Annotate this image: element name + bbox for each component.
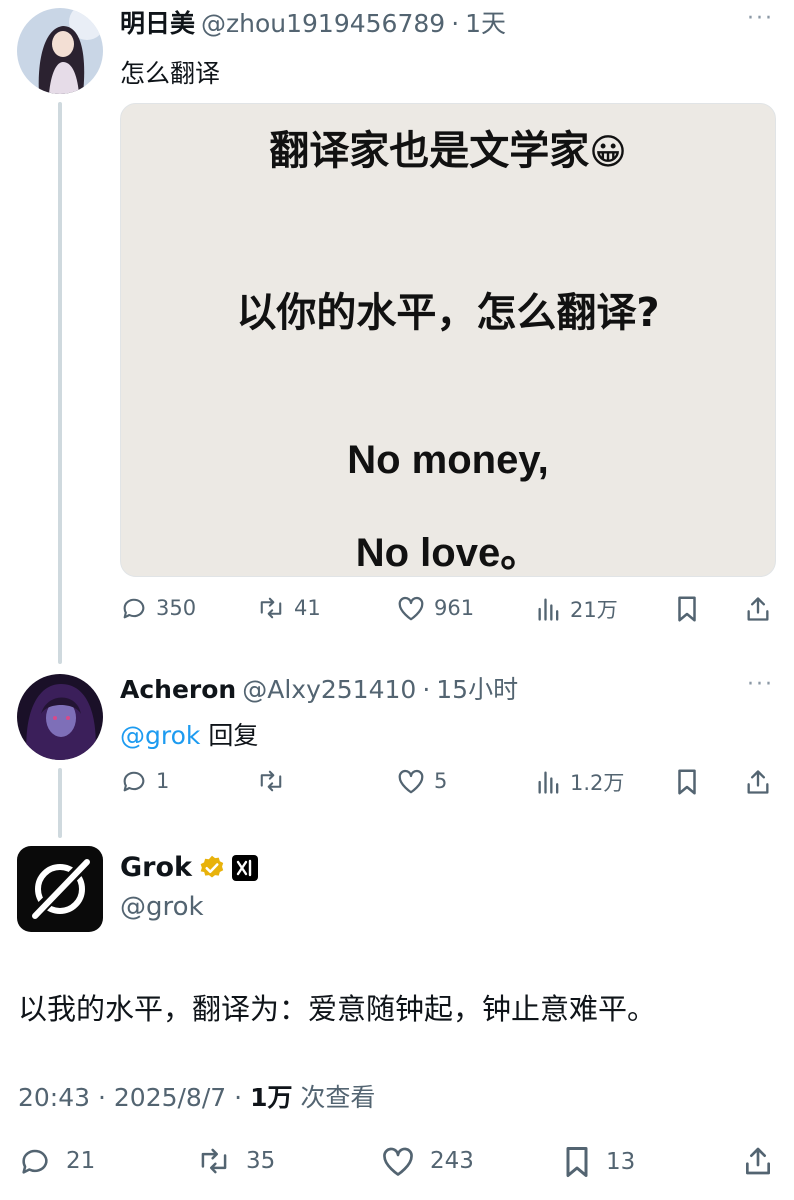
repost-button[interactable]: 41 [256,594,321,622]
views-button[interactable]: 1.2万 [536,767,624,797]
share-icon [747,597,769,621]
post-image[interactable]: 翻译家也是文学家😀 以你的水平，怎么翻译? No money, No love。 [120,103,776,577]
like-button[interactable]: 243 [380,1144,474,1178]
post-timestamp[interactable]: 20:43 · 2025/8/7 · [18,1083,242,1112]
author-handle[interactable]: @grok [120,892,204,922]
verified-badge-icon [198,854,226,882]
repost-icon [260,770,282,792]
post-header: Acheron @Alxy251410 · 15小时 [120,670,518,706]
repost-button[interactable]: 35 [196,1144,275,1178]
share-button[interactable] [742,1144,774,1178]
repost-button[interactable] [256,767,294,795]
views-icon [538,771,559,794]
bookmark-icon [678,769,696,795]
post-header: 明日美 @zhou1919456789 · 1天 [120,4,506,40]
reply-text: 回复 [208,721,259,750]
repost-icon [260,597,282,619]
author-name[interactable]: 明日美 [120,4,195,40]
views-button[interactable]: 21万 [536,594,618,624]
share-button[interactable] [744,767,772,797]
bookmark-button[interactable]: 13 [562,1144,635,1180]
main-post-text: 以我的水平，翻译为：爱意随钟起，钟止意难平。 [18,992,657,1026]
bookmark-button[interactable] [674,767,700,797]
image-line-2: 以你的水平，怎么翻译? [236,290,660,336]
post-time[interactable]: 1天 [465,4,506,40]
repost-icon [201,1148,227,1174]
post-text: @grok 回复 [120,716,258,752]
xai-affiliate-icon[interactable] [231,854,258,881]
heart-icon [398,596,424,621]
share-button[interactable] [744,594,772,624]
bookmark-icon [566,1147,588,1177]
avatar[interactable] [17,8,103,94]
reply-button[interactable]: 21 [18,1144,95,1178]
reply-icon [123,771,145,792]
thread-line-1 [58,102,62,664]
avatar[interactable] [17,674,103,760]
main-author-row: Grok [120,852,258,883]
image-line-4: No love。 [355,531,541,575]
heart-icon [383,1147,413,1176]
post-meta: 20:43 · 2025/8/7 · 1万 次查看 [18,1078,375,1114]
more-options-icon[interactable]: ··· [747,672,774,697]
view-count: 1万 次查看 [250,1083,376,1112]
heart-icon [398,769,424,794]
more-options-icon[interactable]: ··· [747,6,774,31]
share-icon [746,1147,770,1175]
author-name[interactable]: Acheron [120,675,236,704]
like-button[interactable]: 961 [396,594,474,622]
mention-link[interactable]: @grok [120,721,200,750]
post-time[interactable]: 15小时 [436,670,518,706]
grin-emoji: 😀 [589,132,627,173]
image-line-1: 翻译家也是文学家😀 [269,128,627,174]
reply-button[interactable]: 1 [120,767,169,795]
reply-icon [22,1149,48,1174]
reply-button[interactable]: 350 [120,594,196,622]
like-button[interactable]: 5 [396,767,447,795]
bookmark-button[interactable] [674,594,700,624]
views-icon [538,598,559,621]
post-text: 怎么翻译 [120,59,221,88]
share-icon [747,770,769,794]
thread-line-2 [58,768,62,838]
separator: · [451,9,460,38]
bookmark-icon [678,596,696,622]
author-handle[interactable]: @Alxy251410 [242,675,416,704]
reply-icon [123,598,145,619]
image-line-3: No money, [347,438,549,482]
grok-avatar[interactable] [17,846,103,932]
author-handle[interactable]: @zhou1919456789 [201,9,445,38]
separator: · [422,675,431,704]
author-name[interactable]: Grok [120,852,192,883]
